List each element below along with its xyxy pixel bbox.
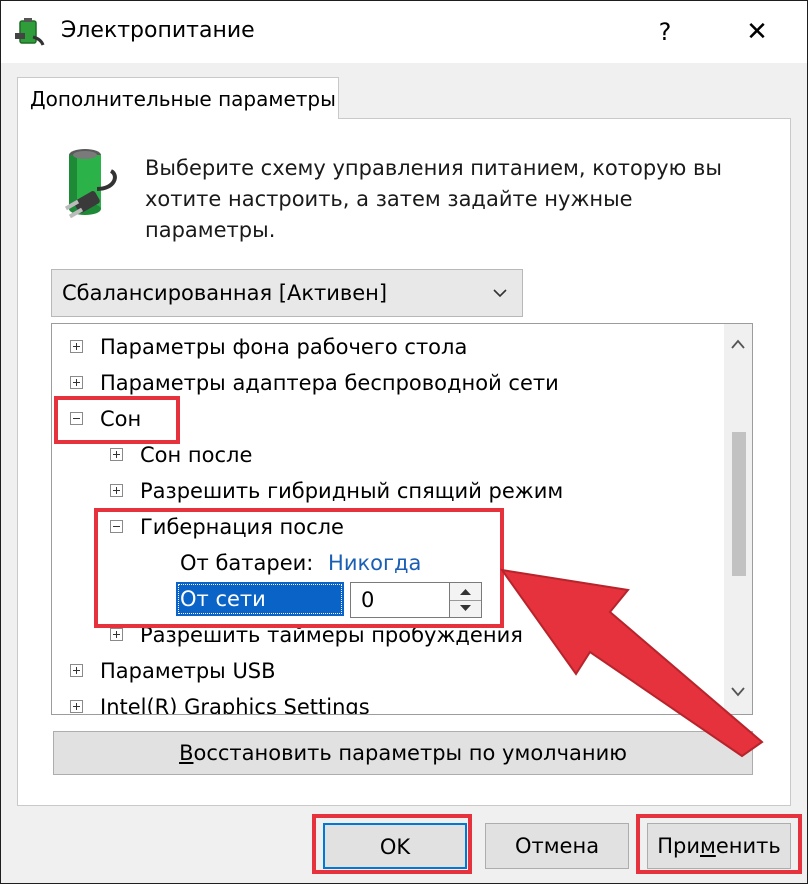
close-button[interactable]: ✕ <box>721 9 793 55</box>
on-battery-value-link[interactable]: Никогда <box>328 551 421 575</box>
power-options-icon <box>15 18 45 46</box>
expand-icon[interactable] <box>70 376 83 389</box>
plugged-in-minutes-input[interactable]: 0 <box>350 582 450 618</box>
apply-button[interactable]: Применить <box>647 823 791 869</box>
expand-icon[interactable] <box>70 664 83 677</box>
tree-item-label: Параметры адаптера беспроводной сети <box>100 371 559 395</box>
apply-label-suffix: енить <box>715 834 781 858</box>
description-line-1: Выберите схему управления питанием, кото… <box>145 156 722 180</box>
chevron-down-icon[interactable] <box>492 285 508 301</box>
battery-plug-icon <box>64 149 117 219</box>
description-line-2: хотите настроить, а затем задайте нужные… <box>145 187 633 242</box>
window-title: Электропитание <box>61 18 255 43</box>
on-battery-label: От батареи: <box>180 551 314 575</box>
tree-item-label: Разрешить таймеры пробуждения <box>140 623 523 647</box>
tree-item-label: Сон <box>100 407 142 431</box>
tree-item-label: Intel(R) Graphics Settings <box>100 695 370 715</box>
expand-icon[interactable] <box>110 448 123 461</box>
tree-item-label: Сон после <box>140 443 253 467</box>
tree-item-label: Параметры фона рабочего стола <box>100 335 468 359</box>
power-scheme-value: Сбалансированная [Активен] <box>62 281 388 305</box>
plugged-in-label[interactable]: От сети (мин.): <box>176 582 344 645</box>
expand-icon[interactable] <box>110 628 123 641</box>
apply-label-prefix: При <box>657 834 700 858</box>
expand-icon[interactable] <box>110 484 123 497</box>
collapse-icon[interactable] <box>110 520 123 533</box>
spin-up-icon[interactable] <box>450 583 481 601</box>
tree-item-label: Разрешить гибридный спящий режим <box>140 479 564 503</box>
power-scheme-dropdown[interactable]: Сбалансированная [Активен] <box>51 269 523 317</box>
restore-accelerator: В <box>179 741 194 765</box>
description-text: Выберите схему управления питанием, кото… <box>145 153 765 246</box>
minutes-spinner[interactable] <box>450 582 482 618</box>
tree-item-on-battery[interactable]: От батареи: Никогда <box>180 546 421 580</box>
cancel-button[interactable]: Отмена <box>485 823 629 869</box>
collapse-icon[interactable] <box>70 412 83 425</box>
scrollbar-thumb[interactable] <box>732 432 746 576</box>
apply-accelerator: м <box>700 834 716 858</box>
tree-item-label: Параметры USB <box>100 659 276 683</box>
title-bar[interactable]: Электропитание ? ✕ <box>1 1 807 63</box>
spin-down-icon[interactable] <box>450 600 481 617</box>
expand-icon[interactable] <box>70 700 83 713</box>
scroll-up-icon[interactable] <box>730 338 746 350</box>
tree-item-label: Гибернация после <box>140 515 344 539</box>
annotation-arrow-icon <box>499 568 764 758</box>
expand-icon[interactable] <box>70 340 83 353</box>
tab-advanced-settings[interactable]: Дополнительные параметры <box>17 77 339 119</box>
ok-button[interactable]: OK <box>323 823 467 869</box>
help-button[interactable]: ? <box>637 9 693 55</box>
